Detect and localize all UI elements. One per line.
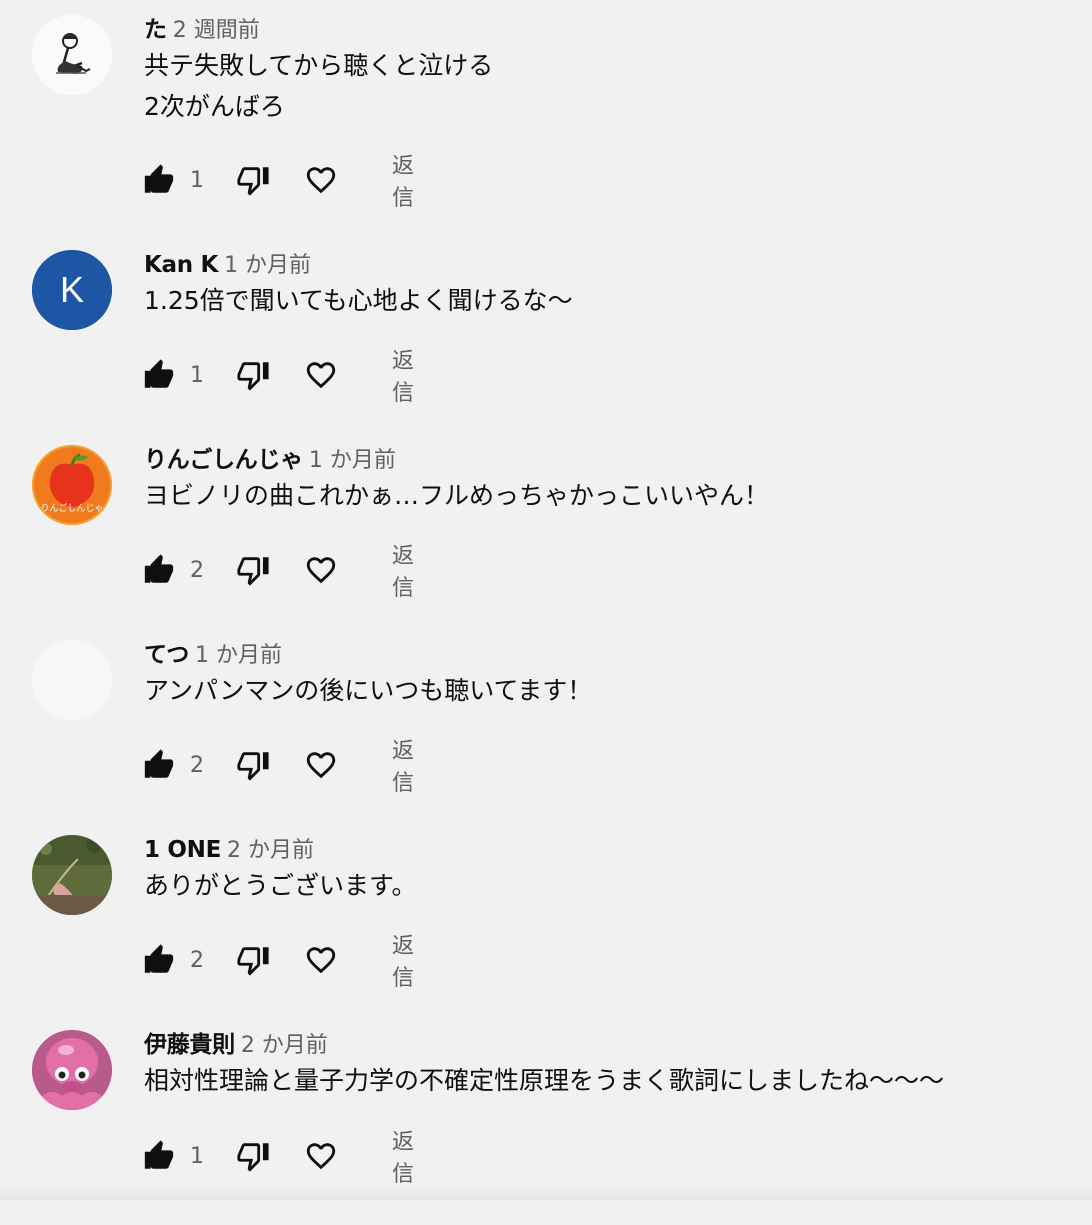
like-count: 2 (190, 752, 204, 778)
like-button[interactable] (142, 355, 176, 395)
comment-text: ヨビノリの曲これかぁ…フルめっちゃかっこいいやん！ (144, 481, 770, 510)
dislike-button[interactable] (236, 940, 270, 980)
thumbs-down-icon (237, 557, 269, 586)
comment-timestamp[interactable]: 2 週間前 (173, 18, 260, 43)
comment-author[interactable]: りんごしんじゃ (144, 447, 303, 473)
like-count: 1 (190, 1143, 204, 1169)
thumbs-up-icon (144, 944, 174, 973)
like-button[interactable] (142, 1136, 176, 1176)
avatar[interactable]: K (32, 250, 112, 330)
outdoor-photo-icon (32, 835, 112, 915)
heart-icon (306, 167, 336, 194)
dislike-button[interactable] (236, 355, 270, 395)
heart-icon (306, 557, 336, 584)
comment-author[interactable]: てつ (144, 642, 189, 668)
comment-author[interactable]: 伊藤貴則 (144, 1032, 235, 1058)
comment-text: 1.25倍で聞いても心地よく聞けるな〜 (144, 286, 573, 315)
heart-icon (306, 1143, 336, 1170)
comment-timestamp[interactable]: 1 か月前 (195, 643, 282, 668)
comment-text: アンパンマンの後にいつも聴いてます！ (144, 676, 593, 705)
like-button[interactable] (142, 940, 176, 980)
bottom-shadow (0, 1186, 1092, 1200)
dislike-button[interactable] (236, 550, 270, 590)
reply-button[interactable]: 返信 (392, 1130, 414, 1187)
thumbs-down-icon (237, 1143, 269, 1172)
apple-icon: りんごしんじゃ (32, 445, 112, 525)
avatar-letter: K (60, 269, 84, 310)
avatar[interactable] (32, 640, 112, 720)
comment-text: 共テ失敗してから聴くと泣ける 2次がんばろ (144, 51, 494, 121)
avatar[interactable] (32, 1030, 112, 1110)
thumbs-up-icon (144, 1140, 174, 1169)
heart-button[interactable] (304, 940, 338, 980)
thumbs-up-icon (144, 554, 174, 583)
thumbs-up-icon (144, 749, 174, 778)
thumbs-up-icon (144, 359, 174, 388)
like-count: 1 (190, 167, 204, 193)
like-count: 2 (190, 557, 204, 583)
reply-button[interactable]: 返信 (392, 349, 414, 406)
comment-author[interactable]: Kan K (144, 252, 218, 278)
like-count: 1 (190, 362, 204, 388)
thumbs-up-icon (144, 164, 174, 193)
comment-timestamp[interactable]: 2 か月前 (227, 838, 314, 863)
heart-button[interactable] (304, 745, 338, 785)
avatar-label: りんごしんじゃ (40, 502, 103, 514)
comment-thread: 1 ONE 2 か月前 ありがとうございます。 2 返信 (0, 835, 1092, 1030)
avatar[interactable] (32, 15, 112, 95)
heart-icon (306, 947, 336, 974)
like-button[interactable] (142, 160, 176, 200)
comment-author[interactable]: た (144, 17, 167, 43)
pink-octopus-icon (32, 1030, 112, 1110)
comment-timestamp[interactable]: 1 か月前 (309, 448, 396, 473)
heart-button[interactable] (304, 1136, 338, 1176)
heart-button[interactable] (304, 355, 338, 395)
dislike-button[interactable] (236, 745, 270, 785)
comment-text: 相対性理論と量子力学の不確定性原理をうまく歌詞にしましたね〜〜〜 (144, 1066, 945, 1095)
thumbs-down-icon (237, 947, 269, 976)
like-count: 2 (190, 947, 204, 973)
comment-thread: K Kan K1 か月前 1.25倍で聞いても心地よく聞けるな〜 1 返信 (0, 250, 1092, 445)
dislike-button[interactable] (236, 1136, 270, 1176)
reply-button[interactable]: 返信 (392, 739, 414, 796)
comment-text: ありがとうございます。 (144, 871, 417, 900)
reply-button[interactable]: 返信 (392, 154, 414, 211)
reply-button[interactable]: 返信 (392, 934, 414, 991)
like-button[interactable] (142, 550, 176, 590)
comment-timestamp[interactable]: 2 か月前 (241, 1033, 328, 1058)
heart-icon (306, 362, 336, 389)
comment-thread: た2 週間前 共テ失敗してから聴くと泣ける 2次がんばろ 1 返信 (0, 15, 1092, 211)
comment-thread: りんごしんじゃ りんごしんじゃ 1 か月前 ヨビノリの曲これかぁ…フルめっちゃかっ… (0, 445, 1092, 640)
sketch-figure-icon (32, 15, 112, 95)
comment-thread: てつ 1 か月前 アンパンマンの後にいつも聴いてます！ 2 返信 (0, 640, 1092, 835)
avatar[interactable] (32, 835, 112, 915)
like-button[interactable] (142, 745, 176, 785)
dislike-button[interactable] (236, 160, 270, 200)
thumbs-down-icon (237, 362, 269, 391)
letter-avatar-icon: K (32, 250, 112, 330)
heart-button[interactable] (304, 160, 338, 200)
heart-icon (306, 752, 336, 779)
blank-avatar-icon (32, 640, 112, 720)
thumbs-down-icon (237, 167, 269, 196)
avatar[interactable]: りんごしんじゃ (32, 445, 112, 525)
heart-button[interactable] (304, 550, 338, 590)
thumbs-down-icon (237, 752, 269, 781)
comment-timestamp[interactable]: 1 か月前 (224, 253, 311, 278)
reply-button[interactable]: 返信 (392, 544, 414, 601)
comment-author[interactable]: 1 ONE (144, 837, 221, 863)
